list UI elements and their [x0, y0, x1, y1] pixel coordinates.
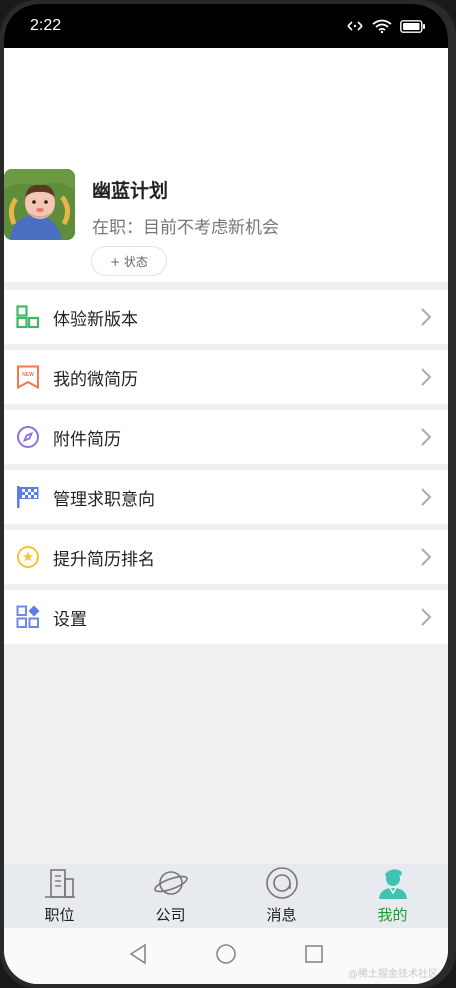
add-status-button[interactable]: + 状态 [91, 246, 167, 276]
tab-messages[interactable]: 消息 [226, 864, 337, 928]
tab-label: 消息 [266, 906, 297, 924]
menu-item-job-intention[interactable]: 管理求职意向 [4, 470, 448, 524]
settings-grid-icon [16, 605, 40, 629]
wifi-icon [372, 19, 392, 33]
tab-label: 公司 [155, 906, 186, 924]
menu-label: 设置 [53, 609, 87, 630]
menu-item-settings[interactable]: 设置 [4, 590, 448, 644]
tab-label: 职位 [44, 906, 75, 924]
chevron-right-icon [420, 307, 432, 331]
menu-item-new-version[interactable]: 体验新版本 [4, 290, 448, 344]
profile-header: 幽蓝计划 在职：目前不考虑新机会 + 状态 [4, 48, 448, 282]
system-navigation-bar: @稀土掘金技术社区 [4, 928, 448, 984]
tab-companies[interactable]: 公司 [115, 864, 226, 928]
battery-icon [400, 19, 426, 33]
svg-text:NEW: NEW [22, 372, 34, 378]
tab-jobs[interactable]: 职位 [4, 864, 115, 928]
menu-label: 我的微简历 [53, 369, 138, 390]
screen: 2:22 幽蓝计划 在职：目前不考虑新机会 + 状态 体验新版本 NEW 我的微… [4, 4, 448, 984]
message-circle-icon [265, 866, 299, 900]
chevron-right-icon [420, 427, 432, 451]
menu-item-attachment-resume[interactable]: 附件简历 [4, 410, 448, 464]
status-time: 2:22 [30, 17, 62, 34]
chevron-right-icon [420, 607, 432, 631]
watermark: @稀土掘金技术社区 [348, 969, 438, 980]
menu-label: 附件简历 [53, 429, 121, 450]
menu-label: 管理求职意向 [53, 489, 155, 510]
status-bar: 2:22 [4, 4, 448, 48]
menu-item-micro-resume[interactable]: NEW 我的微简历 [4, 350, 448, 404]
building-icon [43, 866, 77, 900]
tab-mine[interactable]: 我的 [337, 864, 448, 928]
job-status-text: 在职：目前不考虑新机会 [92, 218, 279, 238]
avatar[interactable] [4, 169, 75, 240]
phone-frame: 2:22 幽蓝计划 在职：目前不考虑新机会 + 状态 体验新版本 NEW 我的微… [0, 0, 456, 988]
data-transfer-icon [346, 20, 364, 32]
status-icons [346, 19, 426, 33]
planet-icon [153, 866, 189, 900]
recent-apps-icon[interactable] [304, 944, 324, 968]
flag-icon [16, 485, 40, 509]
chevron-right-icon [420, 547, 432, 571]
micro-resume-bookmark-icon: NEW [16, 365, 40, 389]
person-icon [376, 866, 410, 900]
tab-label: 我的 [377, 906, 408, 924]
compass-icon [16, 425, 40, 449]
chevron-right-icon [420, 487, 432, 511]
home-icon[interactable] [215, 943, 237, 969]
menu-item-boost-ranking[interactable]: 提升简历排名 [4, 530, 448, 584]
user-name: 幽蓝计划 [92, 180, 169, 202]
menu-label: 体验新版本 [53, 309, 138, 330]
menu-label: 提升简历排名 [53, 549, 155, 570]
menu-list: 体验新版本 NEW 我的微简历 附件简历 管理求职意向 提升简历排名 设置 [4, 290, 448, 650]
back-icon[interactable] [128, 943, 148, 969]
bottom-tab-bar: 职位 公司 消息 我的 [4, 864, 448, 928]
new-version-icon [16, 305, 40, 329]
star-badge-icon [16, 545, 40, 569]
chevron-right-icon [420, 367, 432, 391]
